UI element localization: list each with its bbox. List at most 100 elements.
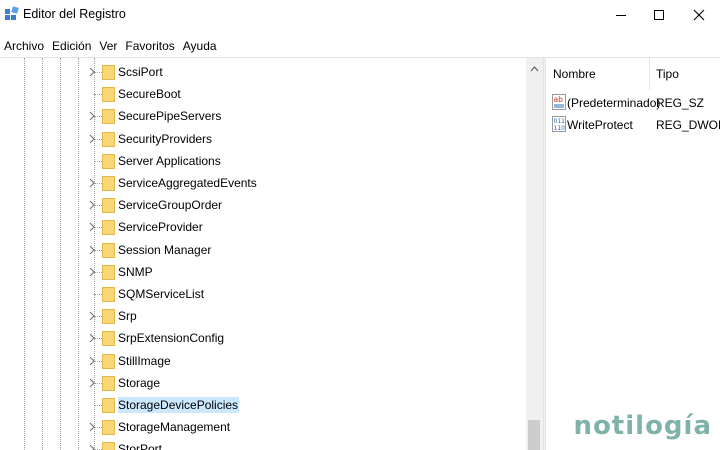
expand-chevron-icon[interactable] [87,110,97,122]
tree-node[interactable]: SrpExtensionConfig [86,327,526,349]
tree-node[interactable]: ServiceAggregatedEvents [86,172,526,194]
folder-icon [102,287,115,302]
value-type: REG_DWORD [656,118,720,132]
tree-node-label: ScsiPort [118,65,163,79]
tree-node-label: SecurePipeServers [118,109,222,124]
value-name: WriteProtect [567,118,633,132]
tree-node-label: StillImage [118,353,171,368]
tree-node[interactable]: Srp [86,305,526,327]
folder-icon [102,242,115,258]
tree-node[interactable]: SecureBoot [86,83,526,105]
menu-archivo[interactable]: Archivo [0,39,48,53]
tree-node-label: SecurityProviders [118,131,213,146]
watermark-logo: notilogía [573,411,712,441]
binary-value-icon: 011 110 [552,116,566,132]
chevron-up-icon [530,66,539,72]
tree-node[interactable]: Session Manager [86,239,526,261]
folder-icon [102,198,115,214]
folder-icon [102,176,115,191]
string-value-icon: ab [552,94,566,110]
folder-icon [102,153,115,169]
expand-chevron-icon[interactable] [87,377,97,389]
folder-icon [102,398,115,413]
tree-node[interactable]: Storage [86,372,526,394]
folder-icon [102,264,115,280]
folder-icon [102,331,115,347]
expand-chevron-icon[interactable] [87,266,97,278]
svg-text:011: 011 [554,118,566,125]
expand-chevron-icon[interactable] [87,421,97,433]
tree-guide-line [24,58,25,450]
window-title: Editor del Registro [23,7,126,21]
column-header-name[interactable]: Nombre [553,58,596,90]
close-icon [693,9,705,21]
tree-node-label: Storage [118,375,161,390]
tree-node[interactable]: SecurityProviders [86,128,526,150]
column-separator[interactable] [649,58,650,90]
folder-icon [102,109,115,125]
tree-node[interactable]: SNMP [86,261,526,283]
values-list[interactable]: Nombre Tipo ab (Predeterminado) REG_SZ 0… [546,58,720,450]
folder-icon [102,65,115,80]
expand-chevron-icon[interactable] [87,355,97,367]
tree-node-label: SecureBoot [118,87,181,102]
title-bar: Editor del Registro [0,0,720,30]
tree-node[interactable]: Server Applications [86,150,526,172]
folder-icon [102,87,115,103]
tree-node-label: ServiceProvider [118,220,203,235]
menu-edicion[interactable]: Edición [48,39,95,53]
minimize-icon [616,15,626,16]
tree-node[interactable]: ScsiPort [86,61,526,83]
expand-chevron-icon[interactable] [87,177,97,189]
svg-text:110: 110 [554,125,566,132]
menu-ayuda[interactable]: Ayuda [179,39,221,53]
value-type: REG_SZ [656,96,705,110]
expand-chevron-icon[interactable] [87,310,97,322]
key-tree[interactable]: ScsiPort SecureBoot SecurePipeServers Secur… [0,58,543,450]
tree-node[interactable]: ServiceGroupOrder [86,194,526,216]
value-row[interactable]: ab (Predeterminado) REG_SZ [546,92,720,114]
expand-chevron-icon[interactable] [87,221,97,233]
scroll-thumb[interactable] [528,420,540,450]
column-header-type[interactable]: Tipo [656,58,679,90]
folder-icon [102,420,115,436]
tree-node-label: Srp [118,309,137,324]
tree-node[interactable]: SecurePipeServers [86,105,526,127]
folder-icon [102,309,115,325]
tree-node-label: ServiceGroupOrder [118,198,223,213]
svg-text:ab: ab [554,95,564,104]
scroll-up-button[interactable] [526,62,543,76]
menu-bar: Archivo Edición Ver Favoritos Ayuda [0,36,720,56]
expand-chevron-icon[interactable] [87,133,97,145]
tree-node[interactable]: StorPort [86,438,526,450]
folder-icon [102,220,115,236]
tree-node[interactable]: StillImage [86,350,526,372]
expand-chevron-icon[interactable] [87,199,97,211]
menu-ver[interactable]: Ver [95,39,121,53]
menu-favoritos[interactable]: Favoritos [121,39,178,53]
tree-guide-line [78,58,79,450]
tree-guide-line [42,58,43,450]
tree-node-label: StorageManagement [118,420,231,435]
tree-scrollbar[interactable] [526,58,543,450]
maximize-icon [654,10,664,20]
tree-node-label: Server Applications [118,153,221,168]
tree-node[interactable]: StorageManagement [86,416,526,438]
expand-chevron-icon[interactable] [87,244,97,256]
folder-icon [102,131,115,147]
tree-node[interactable]: SQMServiceList [86,283,526,305]
tree-node[interactable]: StorageDevicePolicies [86,394,526,416]
expand-chevron-icon[interactable] [87,443,97,450]
tree-node-label: SNMP [118,264,153,279]
folder-icon [102,353,115,369]
folder-icon [102,375,115,391]
tree-node[interactable]: ServiceProvider [86,216,526,238]
expand-chevron-icon[interactable] [87,66,97,78]
tree-node-label: SQMServiceList [118,287,205,301]
value-row[interactable]: 011 110 WriteProtect REG_DWORD [546,114,720,136]
expand-chevron-icon[interactable] [87,332,97,344]
tree-node-label: SrpExtensionConfig [118,331,225,346]
tree-node-label: StorageDevicePolicies [118,397,240,413]
value-name: (Predeterminado) [567,96,661,110]
close-button[interactable] [676,0,720,30]
